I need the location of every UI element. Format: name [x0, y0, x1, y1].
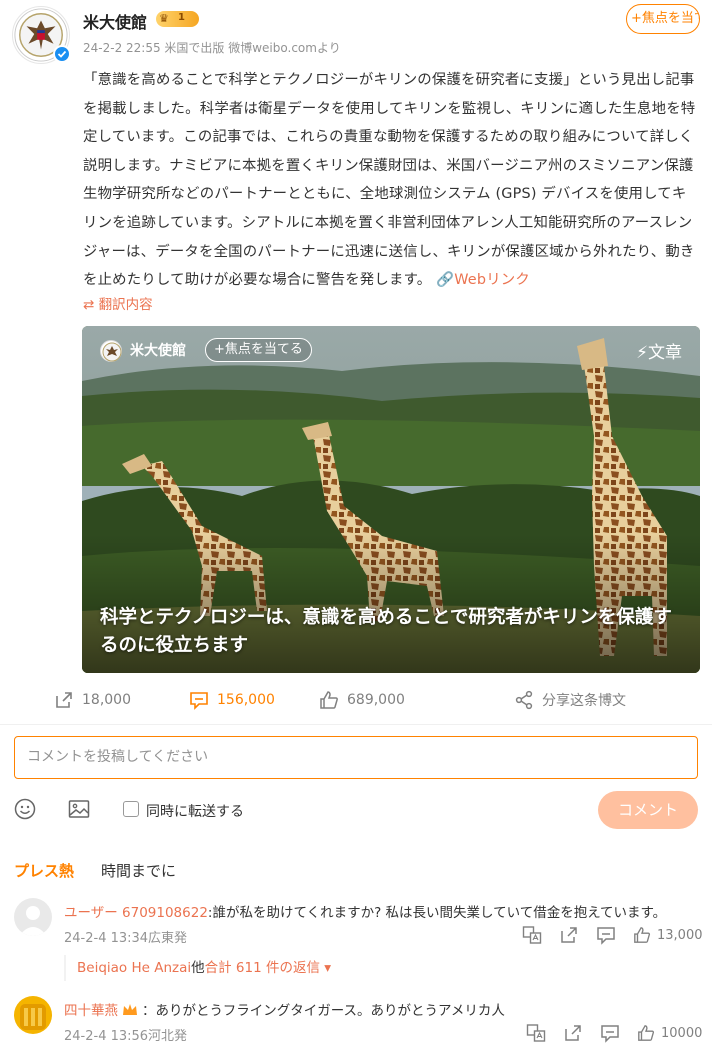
card-title: 科学とテクノロジーは、意識を高めることで研究者がキリンを保護するのに役立ちます	[100, 607, 672, 656]
verified-badge-icon	[53, 45, 71, 63]
share-button[interactable]: 分享这条博文	[514, 690, 626, 710]
card-follow-button[interactable]: +焦点を当てる	[205, 338, 312, 362]
comment-avatar[interactable]	[14, 898, 52, 936]
translate-button[interactable]: ⇄ 翻訳内容	[83, 293, 153, 313]
thumbs-up-icon	[638, 1025, 655, 1041]
share-icon	[515, 690, 533, 710]
translate-icon[interactable]	[526, 1023, 546, 1043]
web-link[interactable]: 🔗Webリンク	[436, 272, 530, 288]
expand-caret-icon: ▾	[319, 960, 332, 976]
divider	[0, 724, 712, 725]
post-text: 「意識を高めることで科学とテクノロジーがキリンの保護を研究者に支援」という見出し…	[83, 66, 699, 295]
emoji-icon[interactable]	[14, 798, 36, 820]
vip-badge[interactable]: ♛ 1	[156, 11, 199, 27]
card-author-name: 米大使館	[130, 343, 186, 359]
author-name[interactable]: 米大使館	[83, 9, 147, 33]
default-user-icon	[14, 898, 52, 936]
thumbs-up-icon	[634, 927, 651, 943]
comment-user[interactable]: ユーザー 6709108622	[64, 905, 208, 921]
reply-count[interactable]: 合計 611 件の返信	[205, 960, 320, 976]
crown-icon: ♛	[159, 12, 169, 25]
comment-meta: 24-2-4 13:56河北発	[64, 1029, 188, 1044]
comment-count: 156,000	[217, 692, 275, 708]
repost-icon[interactable]	[559, 925, 579, 945]
repost-button[interactable]: 18,000	[54, 690, 131, 710]
card-author-avatar	[100, 340, 122, 362]
comment-avatar[interactable]	[14, 996, 52, 1034]
share-label: 分享这条博文	[542, 693, 626, 709]
link-icon: 🔗	[436, 272, 455, 289]
submit-comment-button[interactable]: コメント	[598, 791, 698, 829]
post-body: 「意識を高めることで科学とテクノロジーがキリンの保護を研究者に支援」という見出し…	[83, 72, 696, 289]
replies-summary[interactable]: Beiqiao He Anzai他合計 611 件の返信 ▾	[64, 955, 331, 981]
reply-icon[interactable]	[600, 1023, 620, 1043]
comment-tools: 10000	[526, 1023, 702, 1043]
comment-body: :誰が私を助けてくれますか? 私は長い間失業していて借金を抱えています。	[207, 905, 667, 921]
embassy-seal-icon	[102, 342, 122, 362]
crown-icon	[123, 1004, 137, 1015]
comment-like-button[interactable]: 13,000	[633, 926, 703, 944]
comment-like-count: 10000	[661, 1025, 703, 1041]
reply-user[interactable]: Beiqiao He Anzai	[77, 960, 191, 976]
repost-icon[interactable]	[563, 1023, 583, 1043]
comment-user[interactable]: 四十華燕	[64, 1003, 118, 1019]
comment-like-button[interactable]: 10000	[637, 1024, 702, 1042]
comment-meta: 24-2-4 13:34広東発	[64, 931, 188, 946]
post-meta: 24-2-2 22:55 米国で出版 微博weibo.comより	[83, 41, 341, 55]
vip-level: 1	[178, 12, 185, 23]
tab-time[interactable]: 時間までに	[101, 860, 176, 881]
web-link-label: Webリンク	[454, 272, 530, 289]
comment-like-count: 13,000	[657, 927, 703, 943]
comment-body: ：ありがとうフライングタイガース。ありがとうアメリカ人	[142, 1003, 505, 1019]
comment-input[interactable]: コメントを投稿してください	[14, 736, 698, 779]
comment-text: 四十華燕 ：ありがとうフライングタイガース。ありがとうアメリカ人	[64, 999, 505, 1019]
card-type-text: 文章	[648, 343, 682, 363]
comment-text: ユーザー 6709108622:誰が私を助けてくれますか? 私は長い間失業してい…	[64, 901, 666, 921]
like-count: 689,000	[347, 692, 405, 708]
thumbs-up-icon	[320, 691, 338, 709]
translate-label: 翻訳内容	[98, 297, 153, 313]
comment-button[interactable]: 156,000	[189, 690, 275, 710]
follow-button[interactable]: +焦点を当て	[626, 4, 700, 34]
comment-icon	[190, 692, 208, 710]
lightning-icon: ⚡	[636, 343, 648, 363]
card-type-label: ⚡文章	[636, 338, 682, 363]
repost-checkbox-label: 同時に転送する	[146, 804, 244, 820]
reply-icon[interactable]	[596, 925, 616, 945]
image-icon[interactable]	[68, 798, 90, 820]
like-button[interactable]: 689,000	[319, 690, 405, 710]
repost-icon	[56, 692, 72, 708]
user-avatar-image	[14, 996, 52, 1034]
repost-count: 18,000	[82, 692, 131, 708]
repost-checkbox[interactable]	[123, 801, 139, 817]
translate-icon: ⇄	[83, 297, 95, 313]
comment-tools: 13,000	[522, 925, 703, 945]
translate-icon[interactable]	[522, 925, 542, 945]
article-card[interactable]: 米大使館 +焦点を当てる ⚡文章 科学とテクノロジーは、意識を高めることで研究者…	[82, 326, 700, 673]
action-bar: 18,000 156,000 689,000 分享这条博文	[0, 686, 712, 716]
tab-hot[interactable]: プレス熱	[14, 860, 74, 881]
replies-mid: 他	[191, 960, 205, 976]
